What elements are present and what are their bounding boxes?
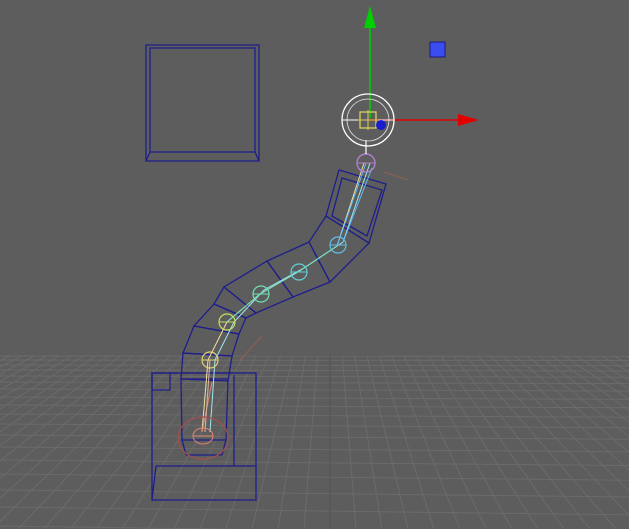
ground-grid: [0, 355, 629, 529]
perspective-viewport[interactable]: [0, 0, 629, 529]
joint-icon[interactable]: [329, 236, 347, 254]
x-axis-arrow[interactable]: [458, 114, 479, 126]
wireframe-plane[interactable]: [145, 44, 260, 162]
scene-canvas[interactable]: [0, 0, 629, 529]
z-axis-handle[interactable]: [376, 120, 386, 130]
joint-icon[interactable]: [290, 263, 308, 281]
move-manipulator-icon[interactable]: [341, 6, 479, 154]
joint-icon[interactable]: [356, 153, 376, 173]
control-curve-icon[interactable]: [429, 41, 446, 58]
joint-icon[interactable]: [218, 313, 236, 331]
joint-icon[interactable]: [252, 285, 270, 303]
y-axis-arrow[interactable]: [364, 6, 376, 28]
